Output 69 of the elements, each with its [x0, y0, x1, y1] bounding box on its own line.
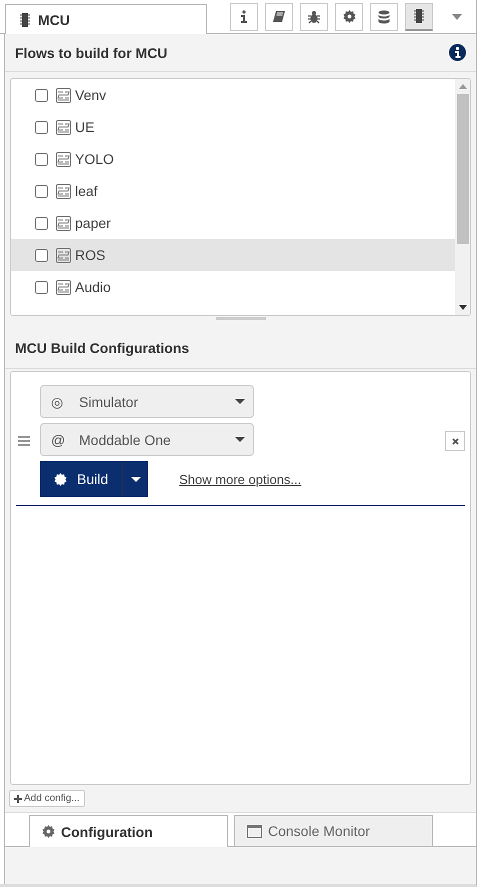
info-icon[interactable]: [449, 44, 466, 61]
flow-item[interactable]: Audio: [11, 271, 455, 303]
caret-icon[interactable]: [452, 14, 462, 20]
checkbox[interactable]: [35, 184, 48, 198]
flow-item[interactable]: leaf: [11, 175, 455, 207]
flow-name: paper: [75, 215, 111, 231]
bottom-tab[interactable]: Console Monitor: [234, 815, 433, 846]
flow-name: leaf: [75, 183, 98, 199]
flow-name: Venv: [75, 87, 106, 103]
tab-label: MCU: [38, 12, 70, 28]
checkbox[interactable]: [35, 280, 48, 294]
toolbar-button[interactable]: [300, 2, 328, 30]
database-icon: [378, 10, 390, 24]
section-title: Flows to build for MCU: [15, 44, 168, 60]
flow-item[interactable]: paper: [11, 207, 455, 239]
sidebar-tab[interactable]: MCU: [5, 4, 207, 34]
close-icon: [452, 438, 458, 444]
checkbox[interactable]: [35, 120, 48, 134]
bottom-tab[interactable]: Configuration: [29, 815, 228, 847]
checkbox[interactable]: [35, 248, 48, 262]
toolbar-button[interactable]: [335, 2, 363, 30]
caret-icon: [235, 437, 245, 442]
flow-name: ROS: [75, 247, 106, 263]
checkbox[interactable]: [35, 88, 48, 102]
scrollbar[interactable]: [455, 79, 470, 315]
toolbar-button[interactable]: [265, 2, 293, 30]
resize-handle[interactable]: [216, 317, 266, 320]
flow-icon: [56, 120, 71, 134]
flow-name: UE: [75, 119, 94, 135]
info-icon: [240, 10, 248, 23]
caret-icon: [235, 399, 245, 404]
window-icon: [247, 824, 262, 838]
bug-icon: [307, 10, 321, 24]
caret-icon: [130, 476, 141, 482]
toolbar-button[interactable]: [370, 2, 398, 30]
flow-item[interactable]: YOLO: [11, 143, 455, 175]
gear-icon: [42, 825, 55, 838]
chip-icon: [414, 9, 424, 23]
add-config-button[interactable]: Add config...: [9, 790, 85, 807]
build-menu-button[interactable]: [122, 461, 148, 497]
platform-select[interactable]: ◎ Simulator: [40, 385, 254, 418]
flow-icon: [56, 88, 71, 102]
flow-name: Audio: [75, 279, 111, 295]
flow-icon: [56, 216, 71, 230]
gear-icon: [54, 472, 67, 486]
toolbar-button[interactable]: [405, 2, 433, 30]
flow-icon: [56, 152, 71, 166]
scroll-up-icon[interactable]: [458, 84, 466, 89]
plus-icon: [14, 794, 22, 802]
flow-icon: [56, 280, 71, 294]
gear-icon: [342, 10, 356, 23]
flow-item[interactable]: ROS: [11, 239, 455, 271]
flow-name: YOLO: [75, 151, 114, 167]
checkbox[interactable]: [35, 152, 48, 166]
show-more-link[interactable]: Show more options...: [179, 472, 302, 486]
flow-item[interactable]: Venv: [11, 79, 455, 111]
delete-button[interactable]: [445, 431, 465, 451]
build-button[interactable]: Build: [40, 461, 122, 497]
scroll-down-icon[interactable]: [458, 305, 466, 310]
checkbox[interactable]: [35, 216, 48, 230]
book-icon: [272, 10, 286, 23]
chip-icon: [20, 12, 30, 26]
flow-icon: [56, 184, 71, 198]
drag-handle-icon[interactable]: [18, 436, 30, 446]
section-title: MCU Build Configurations: [15, 340, 190, 356]
toolbar-button[interactable]: [230, 2, 258, 30]
device-select[interactable]: @ Moddable One: [40, 423, 254, 456]
flow-item[interactable]: UE: [11, 111, 455, 143]
flow-icon: [56, 248, 71, 262]
